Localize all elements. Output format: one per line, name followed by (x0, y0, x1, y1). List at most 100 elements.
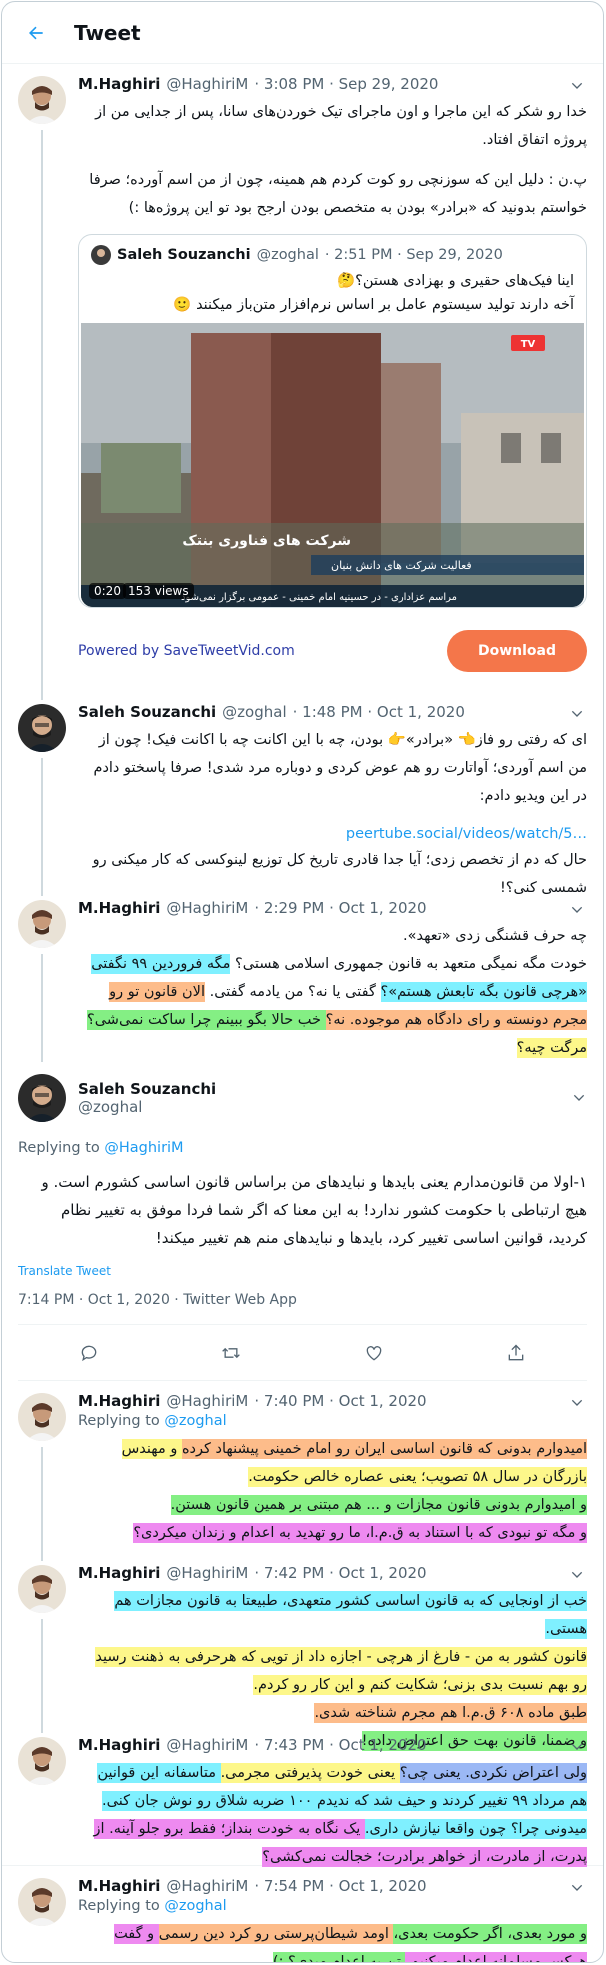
thread-line (41, 1553, 43, 1561)
reply-mention-link[interactable]: @zoghal (164, 1413, 226, 1429)
author-handle[interactable]: @zoghal (78, 1098, 571, 1116)
video-thumbnail: TV شرکت های فناوری بنتک فعالیت شرکت های … (81, 323, 584, 607)
back-arrow-icon (29, 26, 43, 39)
author-handle[interactable]: @HaghiriM (166, 1391, 248, 1411)
download-button[interactable]: Download (447, 630, 587, 672)
avatar[interactable] (18, 1074, 66, 1122)
chevron-down-icon[interactable] (569, 78, 585, 94)
tweet-text: و مورد بعدی، اگر حکومت بعدی، اومد شیطان‌… (78, 1920, 587, 1962)
chevron-down-icon[interactable] (569, 1395, 585, 1411)
text-segment: خودت مگه نمیگی متعهد به قانون جمهوری اسل… (230, 956, 587, 972)
chevron-down-icon[interactable] (569, 1739, 585, 1755)
chevron-down-icon[interactable] (569, 1567, 585, 1583)
text-segment: گفتی یا نه؟ من یادمه گفتی. (209, 984, 381, 1000)
chevron-down-icon[interactable] (569, 902, 585, 918)
tweet-text: ولی اعتراض نکردی. یعنی چی؟ یعنی خودت پذی… (78, 1759, 587, 1871)
author-name[interactable]: M.Haghiri (78, 1391, 160, 1411)
author-handle[interactable]: @HaghiriM (166, 1876, 248, 1896)
author-handle[interactable]: @zoghal (222, 702, 286, 722)
quote-text: اینا فیک‌های حقیری و بهزادی هستن؟🤔 (337, 273, 574, 289)
replying-to: Replying to @zoghal (78, 1411, 587, 1431)
chevron-down-icon[interactable] (569, 1880, 585, 1896)
highlighted-text: ولی اعتراض نکردی. یعنی چی؟ (399, 1763, 587, 1783)
translate-tweet-link[interactable]: Translate Tweet (18, 1264, 587, 1278)
retweet-icon[interactable] (221, 1343, 241, 1363)
tweet-text: امیدوارم بدونی که قانون اساسی ایران رو ا… (78, 1435, 587, 1547)
reply-mention-link[interactable]: @HaghiriM (104, 1140, 183, 1156)
avatar (91, 245, 111, 265)
thread-tweet[interactable]: M.Haghiri @HaghiriM · 3:08 PM · Sep 29, … (2, 64, 603, 692)
text-segment: چه حرف قشنگی زدی «تعهد». (403, 928, 587, 944)
reply-tweet[interactable]: M.Haghiri @HaghiriM · 7:40 PM · Oct 1, 2… (2, 1381, 603, 1553)
video-caption: شرکت های فناوری بنتک (182, 533, 351, 549)
author-handle[interactable]: @HaghiriM (166, 74, 248, 94)
highlighted-text: و مگه تو نبودی که با استناد به ق.م.ا، ما… (133, 1523, 587, 1543)
replying-label: Replying to (78, 1413, 160, 1429)
tweet-text: پ.ن : دلیل این که سوزنچی رو کوت کردم هم … (89, 172, 587, 216)
share-icon[interactable] (506, 1343, 526, 1363)
tweet-time[interactable]: · 3:08 PM · Sep 29, 2020 (254, 74, 438, 94)
tweet-time[interactable]: · 2:29 PM · Oct 1, 2020 (254, 898, 426, 918)
quote-author-handle: @zoghal (256, 247, 319, 263)
chevron-down-icon[interactable] (571, 1090, 587, 1106)
tweet-time[interactable]: · 7:43 PM · Oct 1, 2020 (254, 1735, 426, 1755)
reply-tweet[interactable]: M.Haghiri @HaghiriM · 7:43 PM · Oct 1, 2… (2, 1725, 603, 1867)
author-handle[interactable]: @HaghiriM (166, 898, 248, 918)
reply-tweet[interactable]: M.Haghiri @HaghiriM · 7:54 PM · Oct 1, 2… (2, 1866, 603, 1962)
quote-text: آخه دارند تولید سیستوم عامل بر اساس نرم‌… (173, 297, 574, 313)
author-name[interactable]: M.Haghiri (78, 1735, 160, 1755)
back-button[interactable] (18, 15, 54, 51)
like-icon[interactable] (364, 1343, 384, 1363)
thread-line (41, 130, 43, 692)
tweet-time[interactable]: · 1:48 PM · Oct 1, 2020 (293, 702, 465, 722)
tweet-timestamp[interactable]: 7:14 PM · Oct 1, 2020 · Twitter Web App (18, 1278, 587, 1325)
author-name[interactable]: M.Haghiri (78, 1876, 160, 1896)
thread-line (41, 1619, 43, 1725)
thread-tweet[interactable]: M.Haghiri @HaghiriM · 2:29 PM · Oct 1, 2… (2, 888, 603, 1062)
tweet-page: Tweet M.Haghiri @HaghiriM · 3:08 PM · Se… (1, 1, 604, 1963)
highlighted-text: خب از اونجایی که به قانون اساسی کشور متع… (114, 1591, 587, 1639)
reply-icon[interactable] (79, 1343, 99, 1363)
thread-line (41, 692, 43, 700)
focused-tweet: Saleh Souzanchi @zoghal Replying to @Hag… (2, 1062, 603, 1381)
highlighted-text: اومد شیطان‌پرستی رو کرد دین رسمی (158, 1924, 394, 1944)
avatar[interactable] (18, 1393, 66, 1441)
avatar[interactable] (18, 900, 66, 948)
highlighted-text: «هرچی قانون بگه تابعش هستم»؟ (380, 982, 587, 1002)
video-caption: فعالیت شرکت های دانش بنیان (331, 559, 472, 572)
tweet-time[interactable]: · 7:40 PM · Oct 1, 2020 (254, 1391, 426, 1411)
powered-by-link[interactable]: Powered by SaveTweetVid.com (78, 643, 295, 659)
avatar[interactable] (18, 1565, 66, 1613)
author-name[interactable]: M.Haghiri (78, 74, 160, 94)
author-name[interactable]: Saleh Souzanchi (78, 702, 216, 722)
highlighted-text: شکایت کنم و این کار رو کردم. (253, 1675, 443, 1695)
highlighted-text: مگه فروردین ۹۹ نگفتی (91, 954, 231, 974)
chevron-down-icon[interactable] (569, 706, 585, 722)
author-handle[interactable]: @HaghiriM (166, 1563, 248, 1583)
replying-to: Replying to @zoghal (78, 1896, 587, 1916)
quoted-tweet[interactable]: Saleh Souzanchi @zoghal · 2:51 PM · Sep … (78, 234, 587, 608)
tweet-text: چه حرف قشنگی زدی «تعهد». خودت مگه نمیگی … (78, 922, 587, 1062)
highlighted-text: خب حالا بگو ببینم چرا ساکت نمی‌شی؟ (87, 1010, 326, 1030)
quote-time: · 2:51 PM · Sep 29, 2020 (324, 247, 503, 263)
avatar[interactable] (18, 704, 66, 752)
author-handle[interactable]: @HaghiriM (166, 1735, 248, 1755)
avatar[interactable] (18, 1737, 66, 1785)
external-link[interactable]: peertube.social/videos/watch/5… (78, 826, 587, 842)
replying-to: Replying to @HaghiriM (18, 1138, 587, 1158)
author-name[interactable]: M.Haghiri (78, 1563, 160, 1583)
video-duration: 0:20 (89, 583, 126, 599)
avatar[interactable] (18, 76, 66, 124)
video-player[interactable]: TV شرکت های فناوری بنتک فعالیت شرکت های … (81, 323, 584, 607)
reply-mention-link[interactable]: @zoghal (164, 1898, 226, 1914)
tweet-time[interactable]: · 7:42 PM · Oct 1, 2020 (254, 1563, 426, 1583)
author-name[interactable]: Saleh Souzanchi (78, 1080, 571, 1098)
avatar[interactable] (18, 1878, 66, 1926)
author-name[interactable]: M.Haghiri (78, 898, 160, 918)
quote-author-name: Saleh Souzanchi (117, 247, 251, 263)
tweet-text: ۱-اولا من قانون‌مدارم یعنی بایدها و نبای… (41, 1173, 587, 1247)
thread-tweet[interactable]: Saleh Souzanchi @zoghal · 1:48 PM · Oct … (2, 692, 603, 896)
reply-tweet[interactable]: M.Haghiri @HaghiriM · 7:42 PM · Oct 1, 2… (2, 1553, 603, 1751)
tweet-time[interactable]: · 7:54 PM · Oct 1, 2020 (254, 1876, 426, 1896)
video-ticker: مراسم عزاداری - در حسینیه امام خمینی - ع… (181, 591, 457, 603)
